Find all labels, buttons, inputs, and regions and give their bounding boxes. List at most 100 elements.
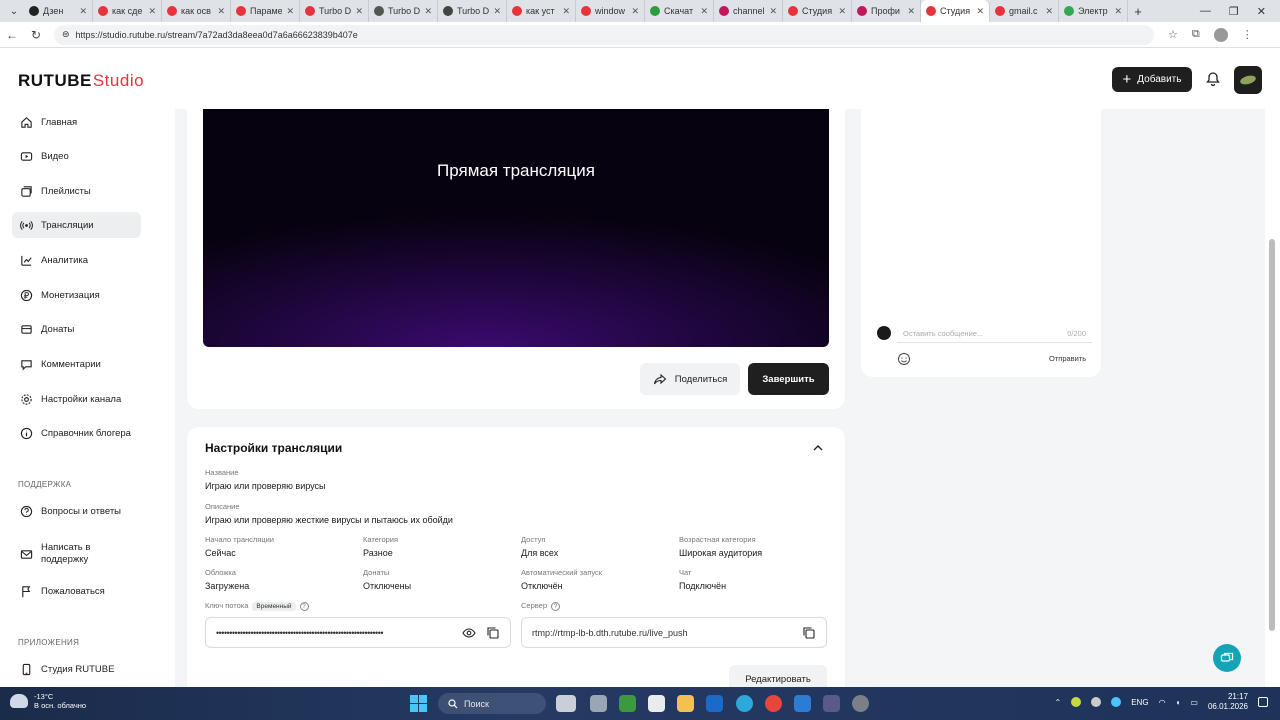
browser-menu-icon[interactable]: ⋮ xyxy=(1242,28,1253,41)
browser-tab[interactable]: Студия ✕ xyxy=(783,0,852,22)
rutube-studio-logo[interactable]: RUTUBEStudio xyxy=(18,71,144,91)
back-icon[interactable]: ← xyxy=(0,28,24,42)
tab-close-icon[interactable]: ✕ xyxy=(976,6,984,17)
close-window-icon[interactable]: ✕ xyxy=(1257,5,1266,18)
browser-tab[interactable]: Профи ✕ xyxy=(852,0,921,22)
tab-close-icon[interactable]: ✕ xyxy=(493,6,501,17)
tray-network-icon[interactable] xyxy=(1111,697,1122,707)
user-avatar[interactable] xyxy=(1234,66,1262,94)
extensions-icon[interactable]: ⧉ xyxy=(1192,28,1200,41)
reload-icon[interactable]: ↻ xyxy=(24,28,48,42)
tab-close-icon[interactable]: ✕ xyxy=(286,6,294,17)
tray-steam-icon[interactable] xyxy=(1091,697,1102,707)
taskbar-app-edge-icon[interactable] xyxy=(736,695,753,712)
taskbar-app-task-view-icon[interactable] xyxy=(556,695,576,712)
tab-close-icon[interactable]: ✕ xyxy=(631,6,639,17)
sidebar-item-video[interactable]: Видео xyxy=(12,143,141,169)
taskbar-app-explorer-icon[interactable] xyxy=(677,695,694,712)
support-chat-button[interactable] xyxy=(1213,644,1241,672)
volume-icon[interactable]: ◖ xyxy=(1176,698,1181,707)
taskbar-app-word-icon[interactable] xyxy=(794,695,811,712)
tab-close-icon[interactable]: ✕ xyxy=(79,6,87,17)
weather-widget[interactable]: -13°C В осн. облачно xyxy=(10,692,86,710)
profile-avatar[interactable] xyxy=(1213,27,1228,42)
tab-close-icon[interactable]: ✕ xyxy=(838,6,846,17)
sidebar-item-streams[interactable]: Трансляции xyxy=(12,212,141,238)
taskbar-app-misc-icon[interactable] xyxy=(852,695,869,712)
tab-close-icon[interactable]: ✕ xyxy=(769,6,777,17)
browser-tab[interactable]: как уст ✕ xyxy=(507,0,576,22)
taskbar-app-chrome-icon[interactable] xyxy=(765,695,782,712)
tray-chevron-up-icon[interactable]: ⌃ xyxy=(1055,698,1062,707)
minimize-icon[interactable]: — xyxy=(1200,5,1211,17)
tab-close-icon[interactable]: ✕ xyxy=(1114,6,1122,17)
emoji-icon[interactable] xyxy=(897,352,911,366)
send-button[interactable]: Отправить xyxy=(1049,354,1086,363)
finish-stream-button[interactable]: Завершить xyxy=(748,363,829,395)
tab-close-icon[interactable]: ✕ xyxy=(217,6,225,17)
notifications-icon[interactable] xyxy=(1258,697,1268,707)
sidebar-item-analytics[interactable]: Аналитика xyxy=(12,247,141,273)
taskbar-app-settings-icon[interactable] xyxy=(823,695,840,712)
sidebar-item-blogger-guide[interactable]: Справочник блогера xyxy=(12,420,141,446)
browser-tab[interactable]: Скачат ✕ xyxy=(645,0,714,22)
tab-close-icon[interactable]: ✕ xyxy=(700,6,708,17)
sidebar-item-studio-app[interactable]: Студия RUTUBE xyxy=(12,656,141,682)
copy-icon[interactable] xyxy=(802,626,816,640)
browser-tab[interactable]: Дзен ✕ xyxy=(24,0,93,22)
tab-close-icon[interactable]: ✕ xyxy=(355,6,363,17)
taskbar-clock[interactable]: 21:17 06.01.2026 xyxy=(1208,692,1248,712)
tab-close-icon[interactable]: ✕ xyxy=(1045,6,1053,17)
notifications-bell-icon[interactable] xyxy=(1205,71,1221,87)
taskbar-search[interactable]: Поиск xyxy=(438,693,546,714)
browser-tab[interactable]: как осв ✕ xyxy=(162,0,231,22)
sidebar-item-home[interactable]: Главная xyxy=(12,109,141,135)
video-preview[interactable]: Прямая трансляция xyxy=(203,109,829,347)
taskbar-app-minecraft-icon[interactable] xyxy=(619,695,636,712)
browser-tab[interactable]: window ✕ xyxy=(576,0,645,22)
battery-icon[interactable]: ▭ xyxy=(1190,698,1198,707)
sidebar-item-playlists[interactable]: Плейлисты xyxy=(12,178,141,204)
browser-tab[interactable]: channel ✕ xyxy=(714,0,783,22)
url-field[interactable]: ⊜ https://studio.rutube.ru/stream/7a72ad… xyxy=(54,24,1154,45)
browser-tab[interactable]: Параме ✕ xyxy=(231,0,300,22)
tab-close-icon[interactable]: ✕ xyxy=(907,6,915,17)
sidebar-item-comments[interactable]: Комментарии xyxy=(12,351,141,377)
help-icon[interactable]: ? xyxy=(299,601,309,611)
chevron-up-icon[interactable] xyxy=(812,442,824,454)
tab-close-icon[interactable]: ✕ xyxy=(148,6,156,17)
copy-icon[interactable] xyxy=(486,626,500,640)
language-indicator[interactable]: ENG xyxy=(1131,698,1148,707)
tray-app-icon[interactable] xyxy=(1071,697,1082,707)
maximize-icon[interactable]: ❐ xyxy=(1229,5,1239,18)
sidebar-item-faq[interactable]: Вопросы и ответы xyxy=(12,498,141,524)
help-icon[interactable]: ? xyxy=(551,601,561,611)
site-info-icon[interactable]: ⊜ xyxy=(62,29,70,40)
sidebar-item-report[interactable]: Пожаловаться xyxy=(12,578,141,604)
sidebar-item-channel-settings[interactable]: Настройки канала xyxy=(12,386,141,412)
chat-message-input[interactable]: Оставить сообщение... 0/200 xyxy=(897,325,1092,343)
browser-tab[interactable]: Turbo D ✕ xyxy=(369,0,438,22)
page-scrollbar[interactable] xyxy=(1268,109,1276,687)
taskbar-app-files-icon[interactable] xyxy=(590,695,607,712)
share-button[interactable]: Поделиться xyxy=(640,363,740,395)
taskbar-app-store-icon[interactable] xyxy=(648,695,665,712)
browser-tab[interactable]: Электр ✕ xyxy=(1059,0,1128,22)
browser-tab[interactable]: gmail.c ✕ xyxy=(990,0,1059,22)
sidebar-item-write-support[interactable]: Написать в поддержку xyxy=(12,538,141,570)
wifi-icon[interactable]: ◠ xyxy=(1159,698,1166,707)
stream-key-field[interactable]: ••••••••••••••••••••••••••••••••••••••••… xyxy=(205,617,511,648)
sidebar-item-monetization[interactable]: Монетизация xyxy=(12,282,141,308)
browser-tab[interactable]: Turbo D ✕ xyxy=(300,0,369,22)
eye-icon[interactable] xyxy=(462,626,476,640)
new-tab-button[interactable]: + xyxy=(1128,4,1148,19)
windows-start-icon[interactable] xyxy=(410,695,427,712)
browser-tab[interactable]: Turbo D ✕ xyxy=(438,0,507,22)
taskbar-app-steam-icon[interactable] xyxy=(706,695,723,712)
browser-tab[interactable]: как сде ✕ xyxy=(93,0,162,22)
tab-menu-icon[interactable]: ⌄ xyxy=(4,6,24,17)
tab-close-icon[interactable]: ✕ xyxy=(562,6,570,17)
browser-tab[interactable]: Студия ✕ xyxy=(921,0,990,22)
server-url-field[interactable]: rtmp://rtmp-lb-b.dth.rutube.ru/live_push xyxy=(521,617,827,648)
add-button[interactable]: + Добавить xyxy=(1112,67,1192,92)
